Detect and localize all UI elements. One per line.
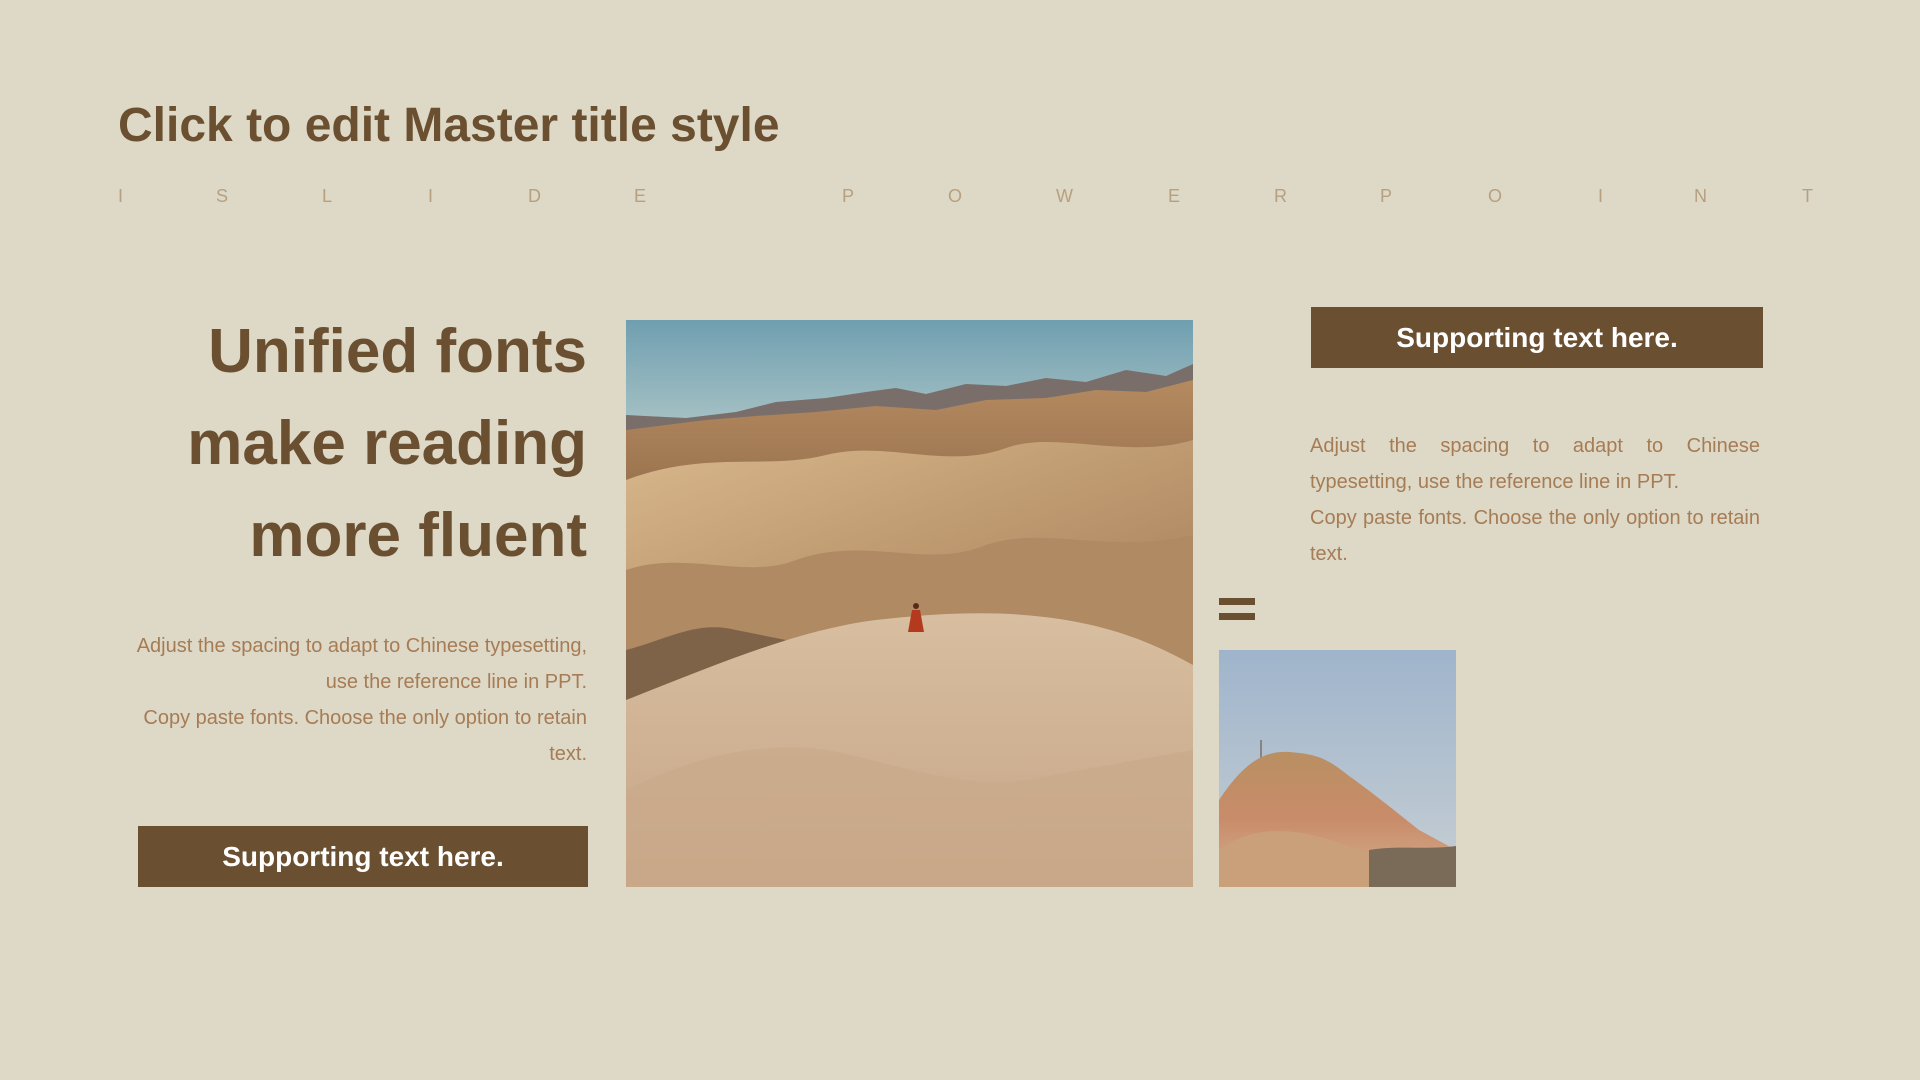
- spaced-letter: E: [634, 186, 647, 206]
- spaced-letter: W: [1056, 186, 1073, 206]
- spaced-letter: O: [1488, 186, 1503, 206]
- spaced-letter: E: [1168, 186, 1181, 206]
- body-paragraph: Copy paste fonts. Choose the only option…: [143, 707, 587, 765]
- spaced-letter: I: [118, 186, 124, 206]
- body-paragraph: Adjust the spacing to adapt to Chinese t…: [136, 635, 587, 693]
- supporting-text-button-left[interactable]: Supporting text here.: [138, 826, 588, 887]
- headline-line: Unified fonts: [208, 317, 587, 386]
- body-text-left[interactable]: Adjust the spacing to adapt to Chinese t…: [130, 628, 587, 772]
- spaced-letter: O: [948, 186, 963, 206]
- hill-image: [1219, 650, 1456, 887]
- spaced-letter: N: [1694, 186, 1707, 206]
- body-text-right[interactable]: Adjust the spacing to adapt to Chinese t…: [1310, 428, 1760, 572]
- desert-landscape-image: [626, 320, 1193, 887]
- spaced-letter: P: [842, 186, 855, 206]
- spaced-letter: S: [216, 186, 229, 206]
- headline-line: make reading: [187, 409, 587, 478]
- equals-icon: [1219, 598, 1255, 624]
- spaced-letter: R: [1274, 186, 1287, 206]
- spaced-letter: I: [428, 186, 434, 206]
- headline-line: more fluent: [249, 501, 587, 570]
- spaced-letter: I: [1598, 186, 1604, 206]
- supporting-text-button-right[interactable]: Supporting text here.: [1311, 307, 1763, 368]
- desert-landscape-photo[interactable]: [626, 320, 1193, 887]
- spaced-letter: D: [528, 186, 541, 206]
- body-paragraph: Copy paste fonts. Choose the only option…: [1310, 507, 1760, 565]
- spaced-letter: T: [1802, 186, 1813, 206]
- master-title[interactable]: Click to edit Master title style: [118, 98, 780, 153]
- hill-photo[interactable]: [1219, 650, 1456, 887]
- body-paragraph: Adjust the spacing to adapt to Chinese t…: [1310, 435, 1760, 493]
- spaced-letter: L: [322, 186, 333, 206]
- headline[interactable]: Unified fonts make reading more fluent: [130, 306, 587, 582]
- spaced-letter-row: I S L I D E P O W E R P O I N T: [118, 186, 1818, 208]
- spaced-letter: P: [1380, 186, 1393, 206]
